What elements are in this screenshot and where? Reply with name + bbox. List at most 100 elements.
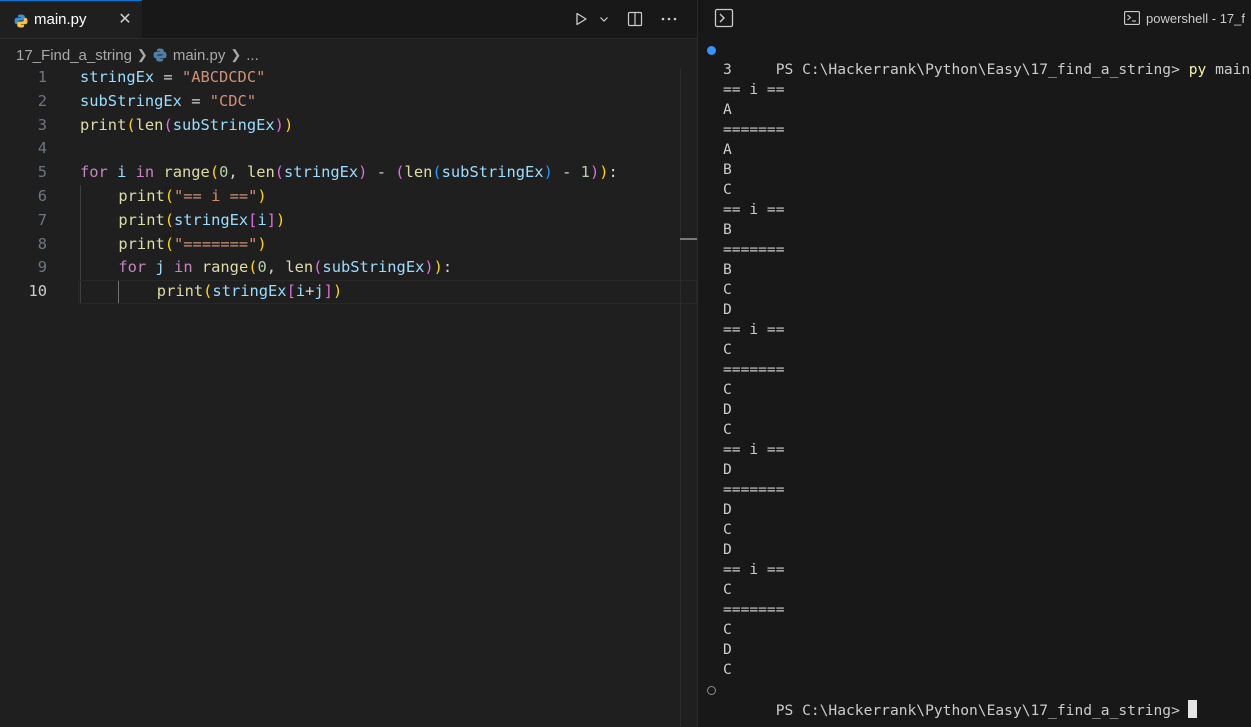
code-line[interactable]: 4 bbox=[0, 137, 680, 161]
code-token: ( bbox=[164, 186, 175, 205]
code-token: ( bbox=[395, 163, 405, 182]
code-token: subStringEx bbox=[322, 258, 425, 277]
code-token: subStringEx bbox=[80, 91, 182, 110]
code-line[interactable]: 8 print("=======") bbox=[0, 232, 680, 257]
chevron-right-icon: ❯ bbox=[230, 47, 242, 62]
terminal-output-line: C bbox=[723, 281, 732, 298]
code-token: print bbox=[118, 186, 165, 205]
terminal-output-line: C bbox=[723, 581, 732, 598]
terminal-output-line: ======= bbox=[723, 241, 785, 258]
terminal-output-line: A bbox=[723, 141, 732, 158]
code-text: subStringEx = "CDC" bbox=[80, 90, 256, 114]
indent-guide bbox=[118, 280, 120, 304]
code-line[interactable]: 9 for j in range(0, len(subStringEx)): bbox=[0, 256, 680, 281]
code-token: ( bbox=[164, 234, 175, 253]
terminal-output-line: == i == bbox=[723, 441, 785, 458]
code-token: ) bbox=[599, 163, 609, 182]
code-token: len bbox=[246, 163, 275, 182]
code-token: ) bbox=[424, 258, 434, 277]
terminal-tab-label: powershell - 17_f bbox=[1146, 10, 1245, 26]
code-token: range bbox=[201, 258, 249, 277]
terminal-output-line: D bbox=[723, 541, 732, 558]
code-token: : bbox=[608, 163, 618, 182]
more-actions-icon[interactable] bbox=[657, 7, 681, 31]
code-token: ) bbox=[543, 163, 553, 182]
code-line[interactable]: 7 print(stringEx[i]) bbox=[0, 208, 680, 233]
code-token: print bbox=[118, 210, 165, 229]
line-number: 6 bbox=[37, 186, 47, 205]
tab-main-py[interactable]: main.py ✕ bbox=[0, 0, 142, 38]
indent-guide bbox=[80, 208, 81, 233]
code-line[interactable]: 2 subStringEx = "CDC" bbox=[0, 90, 680, 114]
code-token: ( bbox=[209, 163, 220, 182]
breadcrumb-folder[interactable]: 17_Find_a_string bbox=[16, 47, 132, 64]
chevron-down-icon[interactable] bbox=[597, 7, 611, 31]
terminal-output-line: D bbox=[723, 301, 732, 318]
terminal-output-line: C bbox=[723, 521, 732, 538]
close-tab-icon[interactable]: ✕ bbox=[116, 10, 134, 28]
code-token: ) bbox=[274, 115, 284, 134]
code-token: stringEx bbox=[212, 282, 287, 301]
code-token: range bbox=[163, 163, 210, 182]
code-token: - bbox=[552, 163, 581, 182]
terminal-output-line: ======= bbox=[723, 361, 785, 378]
run-python-file-icon[interactable] bbox=[569, 7, 593, 31]
terminal-output-line: B bbox=[723, 261, 732, 278]
code-token: ( bbox=[274, 163, 285, 182]
code-token: for bbox=[118, 258, 147, 277]
terminal-output-line: D bbox=[723, 401, 732, 418]
code-line[interactable]: 5 for i in range(0, len(stringEx) - (len(… bbox=[0, 161, 680, 185]
code-token: j bbox=[314, 282, 324, 301]
chevron-right-icon: ❯ bbox=[136, 47, 148, 62]
terminal-header: powershell - 17_f bbox=[698, 0, 1251, 38]
terminal-output-line: == i == bbox=[723, 561, 785, 578]
code-token: print bbox=[118, 234, 165, 253]
editor-scrollbar[interactable] bbox=[680, 68, 698, 727]
code-token: stringEx bbox=[80, 68, 155, 86]
code-line[interactable]: 3 print(len(subStringEx)) bbox=[0, 114, 680, 138]
code-token: 0 bbox=[219, 163, 229, 182]
code-token: , bbox=[266, 258, 286, 277]
code-token: , bbox=[228, 163, 247, 182]
terminal-output-line: C bbox=[723, 621, 732, 638]
line-number: 5 bbox=[37, 163, 47, 182]
code-token: "CDC" bbox=[209, 91, 257, 110]
code-token: ) bbox=[276, 210, 286, 229]
code-token: = bbox=[181, 91, 210, 110]
code-token: ( bbox=[203, 282, 213, 301]
code-token: subStringEx bbox=[172, 115, 275, 134]
terminal-pane: powershell - 17_f PS C:\Hackerrank\Pytho… bbox=[698, 0, 1251, 727]
terminal-output-line: B bbox=[723, 221, 732, 238]
breadcrumb-file[interactable]: main.py bbox=[173, 47, 226, 64]
split-editor-icon[interactable] bbox=[623, 7, 647, 31]
editor-tab-bar: main.py ✕ bbox=[0, 0, 697, 39]
breadcrumb: 17_Find_a_string ❯ main.py ❯ ... bbox=[16, 44, 259, 66]
code-area[interactable]: 1 stringEx = "ABCDCDC" 2 subStringEx = "CDC… bbox=[0, 66, 697, 304]
code-line[interactable]: 1 stringEx = "ABCDCDC" bbox=[0, 66, 680, 90]
terminal-command-line: PS C:\Hackerrank\Python\Easy\17_find_a_s… bbox=[698, 40, 1251, 78]
breadcrumb-more[interactable]: ... bbox=[246, 47, 259, 64]
indent-guide bbox=[80, 256, 81, 281]
code-token: print bbox=[156, 282, 204, 301]
terminal-output[interactable]: PS C:\Hackerrank\Python\Easy\17_find_a_s… bbox=[698, 40, 1251, 719]
terminal-output-line: C bbox=[723, 661, 732, 678]
code-token: + bbox=[305, 282, 315, 301]
scrollbar-cursor-marker bbox=[680, 238, 697, 240]
terminal-icon[interactable] bbox=[714, 8, 734, 28]
code-line[interactable]: 10 print(stringEx[i+j]) bbox=[0, 280, 697, 304]
command-success-decoration-icon[interactable] bbox=[707, 46, 716, 55]
code-text: print(stringEx[i]) bbox=[118, 209, 285, 233]
code-token: ( bbox=[164, 210, 175, 229]
terminal-cursor bbox=[1187, 700, 1197, 718]
terminal-tab[interactable]: powershell - 17_f bbox=[1124, 8, 1245, 28]
code-token: ) bbox=[257, 234, 267, 253]
code-token: for bbox=[80, 163, 108, 182]
terminal-output-line: D bbox=[723, 641, 732, 658]
terminal-output-line: A bbox=[723, 101, 732, 118]
command-pending-decoration-icon[interactable] bbox=[707, 686, 716, 695]
editor-actions bbox=[569, 0, 681, 38]
code-line[interactable]: 6 print("== i ==") bbox=[0, 184, 680, 209]
terminal-output-line: == i == bbox=[723, 81, 785, 98]
